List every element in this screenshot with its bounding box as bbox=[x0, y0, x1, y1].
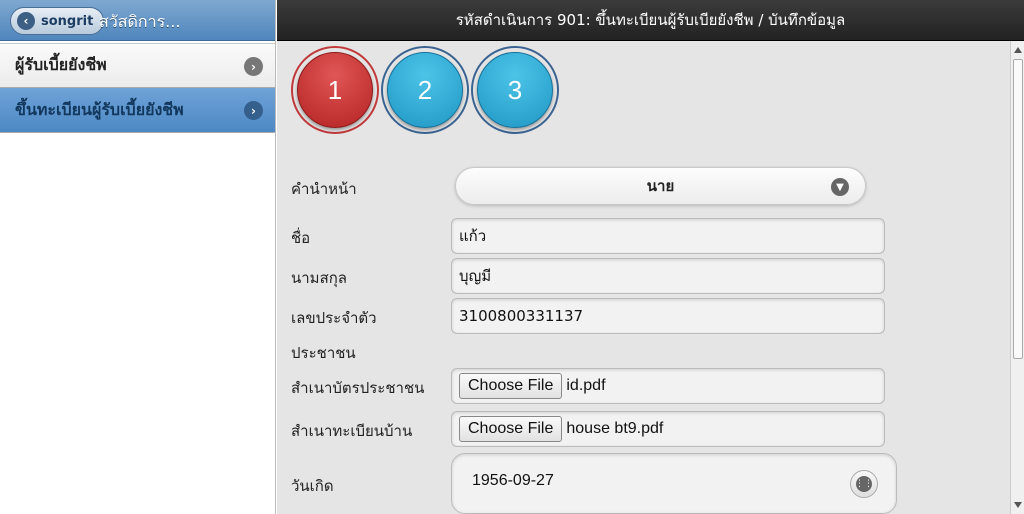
step-3[interactable]: 3 bbox=[471, 46, 559, 134]
first-name-label: ชื่อ bbox=[291, 229, 311, 247]
calendar-button[interactable]: ⋮⋮ bbox=[850, 470, 878, 498]
nav-item-beneficiaries[interactable]: ผู้รับเบี้ยยังชีพ › bbox=[0, 43, 275, 88]
step-2-label: 2 bbox=[387, 52, 463, 128]
prefix-select-value: นาย bbox=[646, 177, 675, 195]
scroll-thumb[interactable] bbox=[1013, 59, 1023, 359]
id-number-label: เลขประจำตัว bbox=[291, 309, 377, 327]
birth-date-label: วันเกิด bbox=[291, 477, 334, 495]
nav-item-register[interactable]: ขึ้นทะเบียนผู้รับเบี้ยยังชีพ › bbox=[0, 88, 275, 133]
id-copy-file-input: Choose File id.pdf bbox=[451, 368, 885, 404]
chevron-right-icon: › bbox=[244, 101, 263, 120]
chevron-left-icon: ‹ bbox=[17, 12, 35, 30]
calendar-grid-icon: ⋮⋮ bbox=[855, 476, 873, 492]
step-3-label: 3 bbox=[477, 52, 553, 128]
left-panel: ‹ songrit สวัสดิการ... ผู้รับเบี้ยยังชีพ… bbox=[0, 0, 276, 514]
scroll-down-icon[interactable] bbox=[1014, 502, 1022, 508]
id-copy-file-name: id.pdf bbox=[566, 377, 606, 394]
scroll-up-icon[interactable] bbox=[1014, 47, 1022, 53]
chevron-down-icon: ▼ bbox=[831, 178, 849, 196]
house-copy-file-input: Choose File house bt9.pdf bbox=[451, 411, 885, 447]
first-name-field[interactable]: แก้ว bbox=[451, 218, 885, 254]
id-copy-choose-file-button[interactable]: Choose File bbox=[459, 373, 563, 399]
last-name-label: นามสกุล bbox=[291, 269, 347, 287]
birth-date-field[interactable]: 1956-09-27 ⋮⋮ bbox=[451, 453, 897, 514]
step-1-label: 1 bbox=[297, 52, 373, 128]
id-number-label-line2: ประชาชน bbox=[291, 344, 356, 362]
greeting-title: สวัสดิการ... bbox=[99, 12, 181, 31]
birth-date-value: 1956-09-27 bbox=[472, 472, 554, 489]
nav-item-label: ขึ้นทะเบียนผู้รับเบี้ยยังชีพ bbox=[15, 99, 184, 119]
vertical-scrollbar[interactable] bbox=[1010, 41, 1024, 514]
house-copy-choose-file-button[interactable]: Choose File bbox=[459, 416, 563, 442]
step-2[interactable]: 2 bbox=[381, 46, 469, 134]
step-indicator: 1 2 3 bbox=[291, 46, 559, 134]
house-copy-label: สำเนาทะเบียนบ้าน bbox=[291, 422, 413, 440]
id-number-field[interactable]: 3100800331137 bbox=[451, 298, 885, 334]
prefix-select[interactable]: นาย ▼ bbox=[455, 167, 866, 205]
nav-item-label: ผู้รับเบี้ยยังชีพ bbox=[15, 55, 107, 74]
back-button[interactable]: ‹ songrit bbox=[10, 7, 105, 35]
main-panel: รหัสดำเนินการ 901: ขึ้นทะเบียนผู้รับเบีย… bbox=[277, 0, 1024, 514]
back-button-label: songrit bbox=[41, 13, 94, 29]
page-title: รหัสดำเนินการ 901: ขึ้นทะเบียนผู้รับเบีย… bbox=[277, 0, 1024, 41]
id-copy-label: สำเนาบัตรประชาชน bbox=[291, 379, 425, 397]
step-1[interactable]: 1 bbox=[291, 46, 379, 134]
left-header: ‹ songrit สวัสดิการ... bbox=[0, 0, 275, 41]
prefix-label: คำนำหน้า bbox=[291, 180, 357, 198]
house-copy-file-name: house bt9.pdf bbox=[566, 420, 664, 437]
last-name-field[interactable]: บุญมี bbox=[451, 258, 885, 294]
chevron-right-icon: › bbox=[244, 57, 263, 76]
